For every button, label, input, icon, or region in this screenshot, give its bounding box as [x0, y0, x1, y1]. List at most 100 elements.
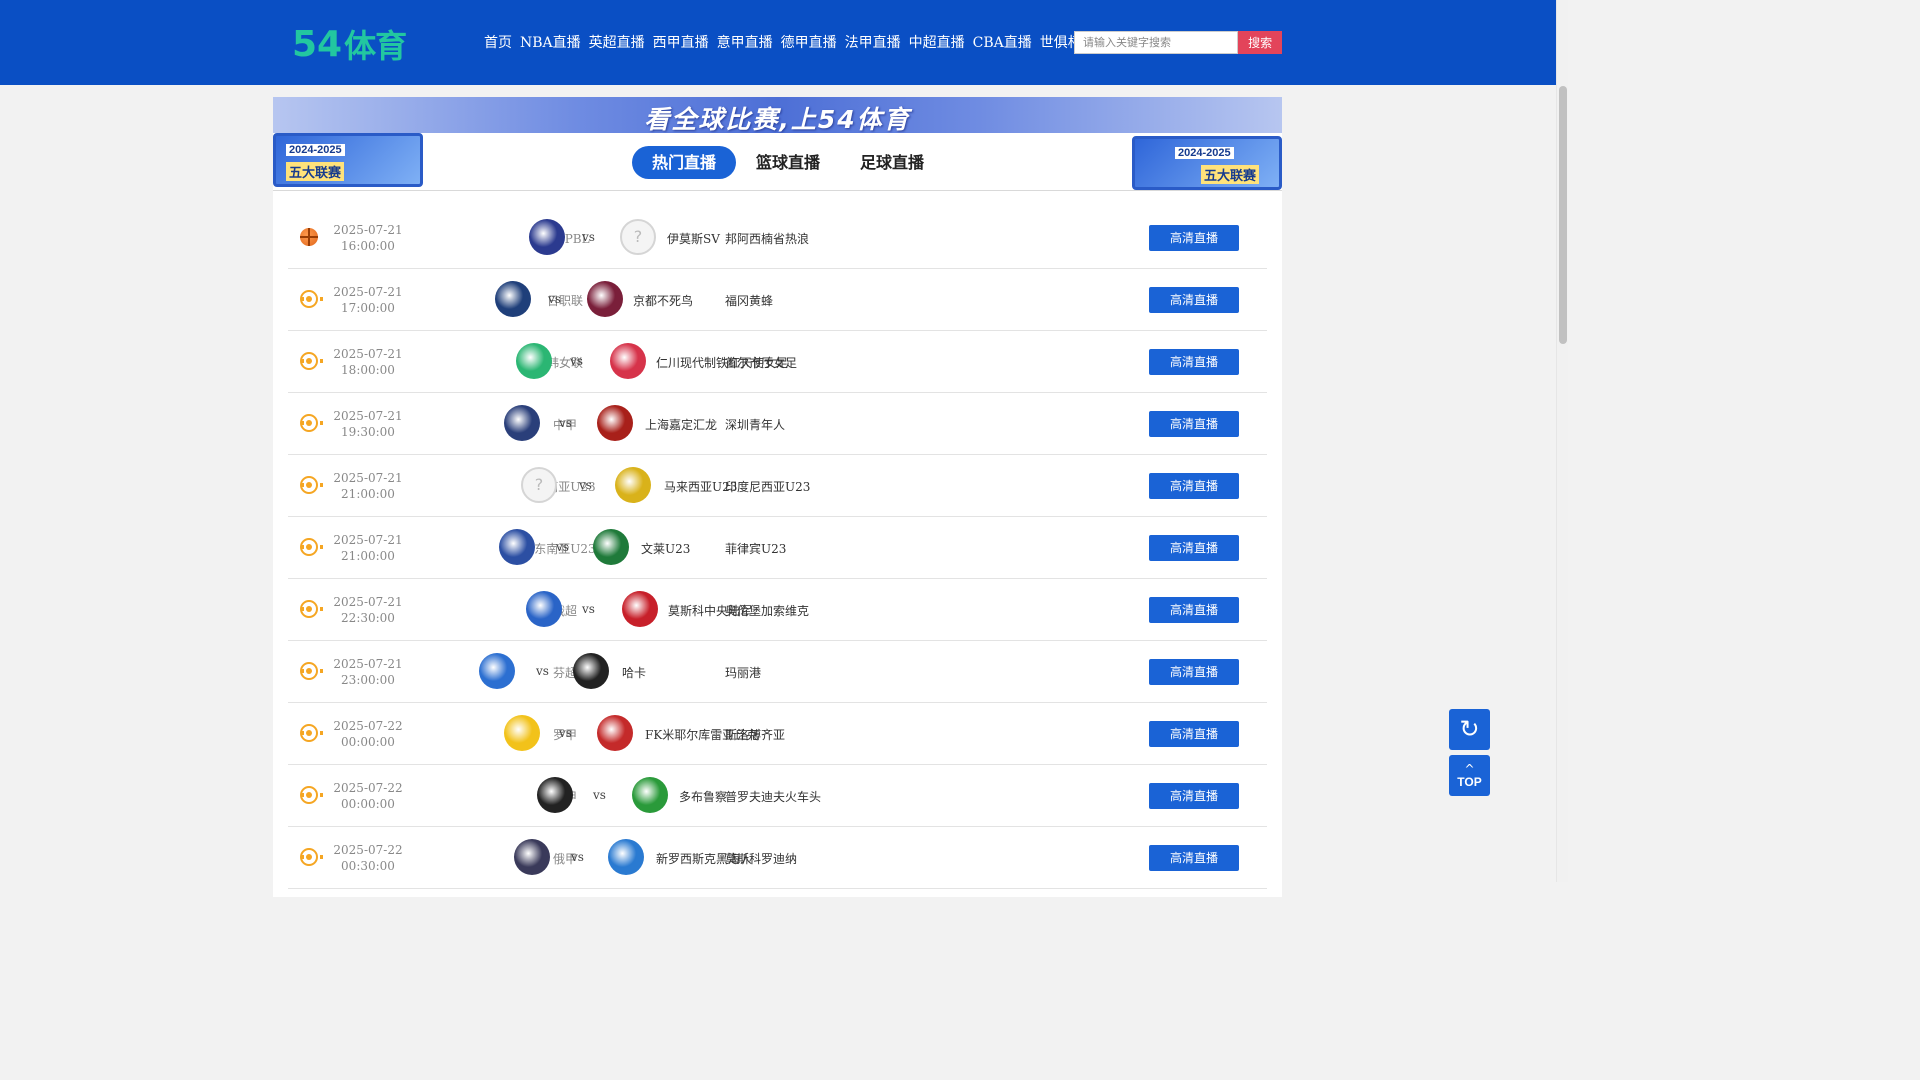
basketball-icon	[300, 228, 318, 246]
home-team: 普罗夫迪夫火车头	[725, 790, 822, 804]
nav-link[interactable]: 西甲直播	[653, 33, 709, 53]
match-row[interactable]: 2025-07-22 00:00:00 罗甲 斯洛博齐亚 vs FK米耶尔库雷亚…	[288, 703, 1267, 765]
vs-label: vs	[570, 354, 583, 368]
match-row[interactable]: 2025-07-22 00:30:00 俄甲 莫斯科罗迪纳 vs 新罗西斯克黑海…	[288, 827, 1267, 889]
hd-live-button[interactable]: 高清直播	[1149, 783, 1239, 809]
home-team: 福冈黄蜂	[725, 294, 774, 308]
home-team-logo	[514, 839, 550, 875]
hd-live-button[interactable]: 高清直播	[1149, 411, 1239, 437]
tab-divider	[273, 190, 1282, 191]
away-team: 多布鲁察	[679, 790, 728, 804]
match-row[interactable]: 2025-07-21 16:00:00 菲MPBL 邦阿西楠省热浪 vs 伊莫斯…	[288, 207, 1267, 269]
match-row[interactable]: 2025-07-21 18:00:00 韩女联 首尔市厅女足 vs 仁川现代制铁…	[288, 331, 1267, 393]
chevron-up-icon: ^	[1464, 762, 1475, 776]
refresh-button[interactable]: ↻	[1449, 709, 1490, 750]
search-button[interactable]: 搜索	[1238, 31, 1282, 54]
away-team: FK米耶尔库雷亚丘克	[645, 728, 759, 742]
match-clock: 17:00:00	[341, 301, 395, 315]
vs-label: vs	[571, 850, 584, 864]
hd-live-button[interactable]: 高清直播	[1149, 287, 1239, 313]
main-content: 看全球比赛,上54体育 2024-2025 五大联赛 2024-2025 五大联…	[273, 97, 1282, 897]
banner-slogan: 看全球比赛,上54体育	[644, 105, 911, 133]
match-time: 2025-07-21 22:30:00	[323, 594, 413, 626]
league-name: 俄超	[552, 604, 577, 618]
five-leagues-badge-left[interactable]: 2024-2025 五大联赛	[273, 133, 423, 187]
league-name: 东南亚U23	[534, 480, 596, 494]
home-team-logo	[529, 219, 565, 255]
match-clock: 19:30:00	[341, 425, 395, 439]
match-time: 2025-07-21 19:30:00	[323, 408, 413, 440]
logo-text: 体育	[344, 27, 407, 65]
refresh-icon: ↻	[1459, 715, 1480, 743]
home-team-logo	[537, 777, 573, 813]
vs-label: vs	[548, 292, 561, 306]
hd-live-button[interactable]: 高清直播	[1149, 349, 1239, 375]
nav-link[interactable]: 德甲直播	[781, 33, 837, 53]
match-row[interactable]: 2025-07-21 21:00:00 东南亚U23 印度尼西亚U23 vs 马…	[288, 455, 1267, 517]
tab-hot-live[interactable]: 热门直播	[632, 146, 737, 179]
match-date: 2025-07-22	[333, 719, 403, 733]
vs-label: vs	[582, 230, 595, 244]
nav-link[interactable]: 法甲直播	[845, 33, 901, 53]
nav-link[interactable]: 英超直播	[589, 33, 645, 53]
page-scrollbar[interactable]	[1556, 0, 1568, 882]
nav-link[interactable]: CBA直播	[973, 33, 1032, 53]
live-tabs: 热门直播 篮球直播 足球直播	[632, 146, 944, 179]
match-date: 2025-07-21	[333, 409, 403, 423]
away-team: 上海嘉定汇龙	[645, 418, 718, 432]
scrollbar-thumb[interactable]	[1559, 86, 1567, 344]
five-leagues-badge-right[interactable]: 2024-2025 五大联赛	[1132, 136, 1282, 190]
home-team-logo	[495, 281, 531, 317]
banner: 看全球比赛,上54体育	[273, 97, 1282, 133]
vs-label: vs	[593, 788, 606, 802]
away-team-logo	[573, 653, 609, 689]
match-row[interactable]: 2025-07-21 21:00:00 东南亚U23 菲律宾U23 vs 文莱U…	[288, 517, 1267, 579]
hd-live-button[interactable]: 高清直播	[1149, 721, 1239, 747]
home-team-logo	[516, 343, 552, 379]
match-date: 2025-07-22	[333, 843, 403, 857]
hd-live-button[interactable]: 高清直播	[1149, 473, 1239, 499]
match-date: 2025-07-21	[333, 285, 403, 299]
match-row[interactable]: 2025-07-21 19:30:00 中甲 深圳青年人 vs 上海嘉定汇龙 高…	[288, 393, 1267, 455]
hd-live-button[interactable]: 高清直播	[1149, 225, 1239, 251]
nav-link[interactable]: 首页	[484, 33, 512, 53]
football-icon	[300, 538, 323, 556]
match-clock: 16:00:00	[341, 239, 395, 253]
tab-basketball-live[interactable]: 篮球直播	[736, 146, 840, 179]
match-row[interactable]: 2025-07-22 00:00:00 保甲 普罗夫迪夫火车头 vs 多布鲁察 …	[288, 765, 1267, 827]
site-logo[interactable]: 54 体育	[292, 22, 422, 66]
match-clock: 00:00:00	[341, 735, 395, 749]
match-row[interactable]: 2025-07-21 22:30:00 俄超 奥伦堡加索维克 vs 莫斯科中央陆…	[288, 579, 1267, 641]
match-row[interactable]: 2025-07-21 23:00:00 芬超 玛丽港 vs 哈卡 高清直播	[288, 641, 1267, 703]
away-team-logo	[615, 467, 651, 503]
back-to-top-button[interactable]: ^ TOP	[1449, 755, 1490, 796]
hd-live-button[interactable]: 高清直播	[1149, 659, 1239, 685]
search-box: 搜索	[1074, 31, 1282, 54]
badge-name: 五大联赛	[1201, 165, 1260, 184]
hd-live-button[interactable]: 高清直播	[1149, 535, 1239, 561]
nav-link[interactable]: 意甲直播	[717, 33, 773, 53]
match-date: 2025-07-22	[333, 781, 403, 795]
match-time: 2025-07-21 21:00:00	[323, 532, 413, 564]
match-row[interactable]: 2025-07-21 17:00:00 日职联 福冈黄蜂 vs 京都不死鸟 高清…	[288, 269, 1267, 331]
search-input[interactable]	[1074, 31, 1239, 54]
badge-name: 五大联赛	[286, 162, 345, 181]
match-time: 2025-07-21 18:00:00	[323, 346, 413, 378]
home-team: 玛丽港	[725, 666, 762, 680]
hd-live-button[interactable]: 高清直播	[1149, 597, 1239, 623]
home-team-logo	[521, 467, 557, 503]
home-team: 深圳青年人	[725, 418, 786, 432]
away-team: 新罗西斯克黑海人	[656, 852, 753, 866]
vs-label: vs	[556, 540, 569, 554]
football-icon	[300, 290, 323, 308]
away-team-logo	[608, 839, 644, 875]
tab-football-live[interactable]: 足球直播	[840, 146, 944, 179]
away-team: 京都不死鸟	[633, 294, 694, 308]
home-team: 邦阿西楠省热浪	[725, 232, 810, 246]
vs-label: vs	[559, 726, 572, 740]
home-team-logo	[479, 653, 515, 689]
nav-link[interactable]: 中超直播	[909, 33, 965, 53]
nav-link[interactable]: NBA直播	[520, 33, 581, 53]
hd-live-button[interactable]: 高清直播	[1149, 845, 1239, 871]
match-clock: 21:00:00	[341, 487, 395, 501]
